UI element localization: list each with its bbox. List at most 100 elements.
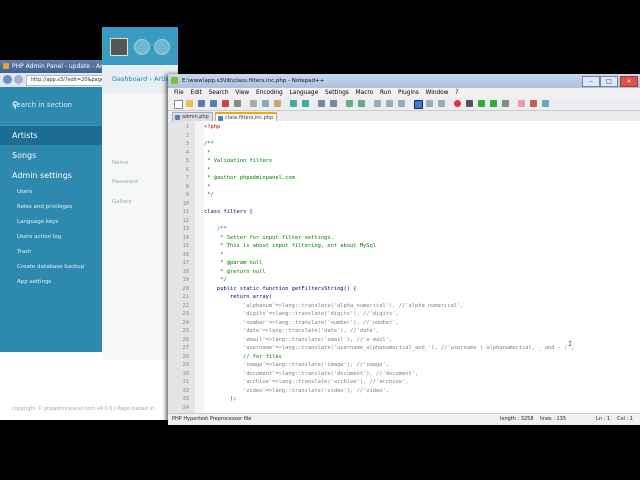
settings-icon[interactable] xyxy=(154,39,170,55)
code-line[interactable]: 22 'alphanum'=>lang::translate('alpha_nu… xyxy=(168,302,640,311)
new-file-icon[interactable] xyxy=(174,100,183,109)
code-line[interactable]: 28 // for files xyxy=(168,353,640,362)
sidebar-item-artists[interactable]: Artists xyxy=(0,126,102,145)
search-icon[interactable]: ⚲ xyxy=(12,101,93,111)
sidebar-sub-item[interactable]: Create database backup xyxy=(0,260,102,275)
sidebar-search[interactable]: Search in section ⚲ xyxy=(0,87,102,126)
code-line[interactable]: 6 * xyxy=(168,166,640,175)
field-label-gallery: Gallery xyxy=(112,199,132,205)
menu-file[interactable]: File xyxy=(174,90,184,96)
code-text: * This is about input filtering, not abo… xyxy=(204,243,377,249)
menu-language[interactable]: Language xyxy=(290,90,319,96)
code-line[interactable]: 2 xyxy=(168,132,640,141)
sidebar-sub-item[interactable]: Language keys xyxy=(0,215,102,230)
play-macro-icon[interactable] xyxy=(478,100,485,107)
menu-run[interactable]: Run xyxy=(380,90,391,96)
code-text: class filters { xyxy=(204,209,253,215)
back-button-icon[interactable] xyxy=(3,75,12,84)
copy-icon[interactable] xyxy=(262,100,269,107)
find-icon[interactable] xyxy=(318,100,325,107)
heart-icon[interactable] xyxy=(530,100,537,107)
home-icon[interactable] xyxy=(134,39,150,55)
code-line[interactable]: 16 * xyxy=(168,251,640,260)
code-line[interactable]: 18 * @return null xyxy=(168,268,640,277)
code-line[interactable]: 19 */ xyxy=(168,276,640,285)
code-line[interactable]: 4 * xyxy=(168,149,640,158)
menu-plugins[interactable]: Plugins xyxy=(398,90,419,96)
menu-settings[interactable]: Settings xyxy=(325,90,349,96)
code-line[interactable]: 1 <?php xyxy=(168,123,640,132)
menu-help[interactable]: ? xyxy=(455,90,458,96)
code-line[interactable]: 23 'digits'=>lang::translate('digits'), … xyxy=(168,310,640,319)
code-line[interactable]: 10 xyxy=(168,200,640,209)
code-line[interactable]: 34 xyxy=(168,404,640,413)
code-line[interactable]: 8 * xyxy=(168,183,640,192)
breadcrumb[interactable]: Dashboard › Artis xyxy=(102,65,178,93)
code-line[interactable]: 21 return array( xyxy=(168,293,640,302)
word-wrap-icon[interactable] xyxy=(386,100,393,107)
code-line[interactable]: 33 ); xyxy=(168,395,640,404)
code-line[interactable]: 15 * This is about input filtering, not … xyxy=(168,242,640,251)
open-file-icon[interactable] xyxy=(186,100,193,107)
code-text: 'date'=>lang::translate('date'), //'date… xyxy=(204,328,380,334)
print-icon[interactable] xyxy=(234,100,241,107)
paste-icon[interactable] xyxy=(274,100,281,107)
code-line[interactable]: 25 'date'=>lang::translate('date'), //'d… xyxy=(168,327,640,336)
code-line[interactable]: 11 class filters { xyxy=(168,208,640,217)
code-line[interactable]: 7 * @author phpadminpanel.com xyxy=(168,174,640,183)
doc-map-icon[interactable] xyxy=(438,100,445,107)
code-line[interactable]: 31 'archive'=>lang::translate('archive')… xyxy=(168,378,640,387)
menu-window[interactable]: Window xyxy=(426,90,449,96)
redo-icon[interactable] xyxy=(302,100,309,107)
sidebar-sub-item[interactable]: Roles and privileges xyxy=(0,200,102,215)
code-line[interactable]: 5 * Validation filters xyxy=(168,157,640,166)
sidebar-item-admin-settings[interactable]: Admin settings xyxy=(0,166,102,185)
run-macro-icon[interactable] xyxy=(490,100,497,107)
code-line[interactable]: 9 */ xyxy=(168,191,640,200)
replace-icon[interactable] xyxy=(330,100,337,107)
code-line[interactable]: 29 'image'=>lang::translate('image'), //… xyxy=(168,361,640,370)
sync-scroll-icon[interactable] xyxy=(374,100,381,107)
code-line[interactable]: 24 'number'=>lang::translate('number'), … xyxy=(168,319,640,328)
zoom-in-icon[interactable] xyxy=(346,100,353,107)
menu-macro[interactable]: Macro xyxy=(356,90,374,96)
plugin-icon[interactable] xyxy=(518,100,525,107)
sidebar-sub-item[interactable]: Trash xyxy=(0,245,102,260)
code-line[interactable]: 17 * @param null xyxy=(168,259,640,268)
menu-search[interactable]: Search xyxy=(209,90,229,96)
menu-encoding[interactable]: Encoding xyxy=(256,90,283,96)
save-icon[interactable] xyxy=(198,100,205,107)
sidebar-sub-item[interactable]: App settings xyxy=(0,275,102,290)
code-line[interactable]: 12 xyxy=(168,217,640,226)
minimize-icon[interactable]: – xyxy=(582,76,600,87)
sidebar-sub-item[interactable]: Users action log xyxy=(0,230,102,245)
user-lang-icon[interactable] xyxy=(426,100,433,107)
menu-edit[interactable]: Edit xyxy=(191,90,202,96)
code-line[interactable]: 30 'document'=>lang::translate('document… xyxy=(168,370,640,379)
save-all-icon[interactable] xyxy=(210,100,217,107)
code-editor[interactable]: 1 <?php 2 3/** 4 * 5 * Validation filters 6 * 7… xyxy=(168,121,640,413)
code-line[interactable]: 20 public static function getFiltersStri… xyxy=(168,285,640,294)
show-all-chars-icon[interactable] xyxy=(398,100,405,107)
code-line[interactable]: 3 /** xyxy=(168,140,640,149)
avatar[interactable] xyxy=(110,38,128,56)
close-file-icon[interactable] xyxy=(222,100,229,107)
sidebar-item-songs[interactable]: Songs xyxy=(0,146,102,165)
cut-icon[interactable] xyxy=(250,100,257,107)
maximize-icon[interactable]: □ xyxy=(600,76,618,87)
indent-guide-icon[interactable] xyxy=(414,100,423,109)
code-line[interactable]: 13 /** xyxy=(168,225,640,234)
close-icon[interactable]: × xyxy=(620,76,638,87)
save-macro-icon[interactable] xyxy=(502,100,509,107)
undo-icon[interactable] xyxy=(290,100,297,107)
code-line[interactable]: 32 'video'=>lang::translate('video'), //… xyxy=(168,387,640,396)
forward-button-icon[interactable] xyxy=(14,75,23,84)
spell-check-icon[interactable] xyxy=(542,100,549,107)
code-text: 'video'=>lang::translate('video'), //'vi… xyxy=(204,387,389,394)
record-macro-icon[interactable] xyxy=(454,100,461,107)
sidebar-sub-item[interactable]: Users xyxy=(0,185,102,200)
stop-macro-icon[interactable] xyxy=(466,100,473,107)
zoom-out-icon[interactable] xyxy=(358,100,365,107)
code-line[interactable]: 14 * Setter for input filter settings. xyxy=(168,234,640,243)
menu-view[interactable]: View xyxy=(235,90,249,96)
